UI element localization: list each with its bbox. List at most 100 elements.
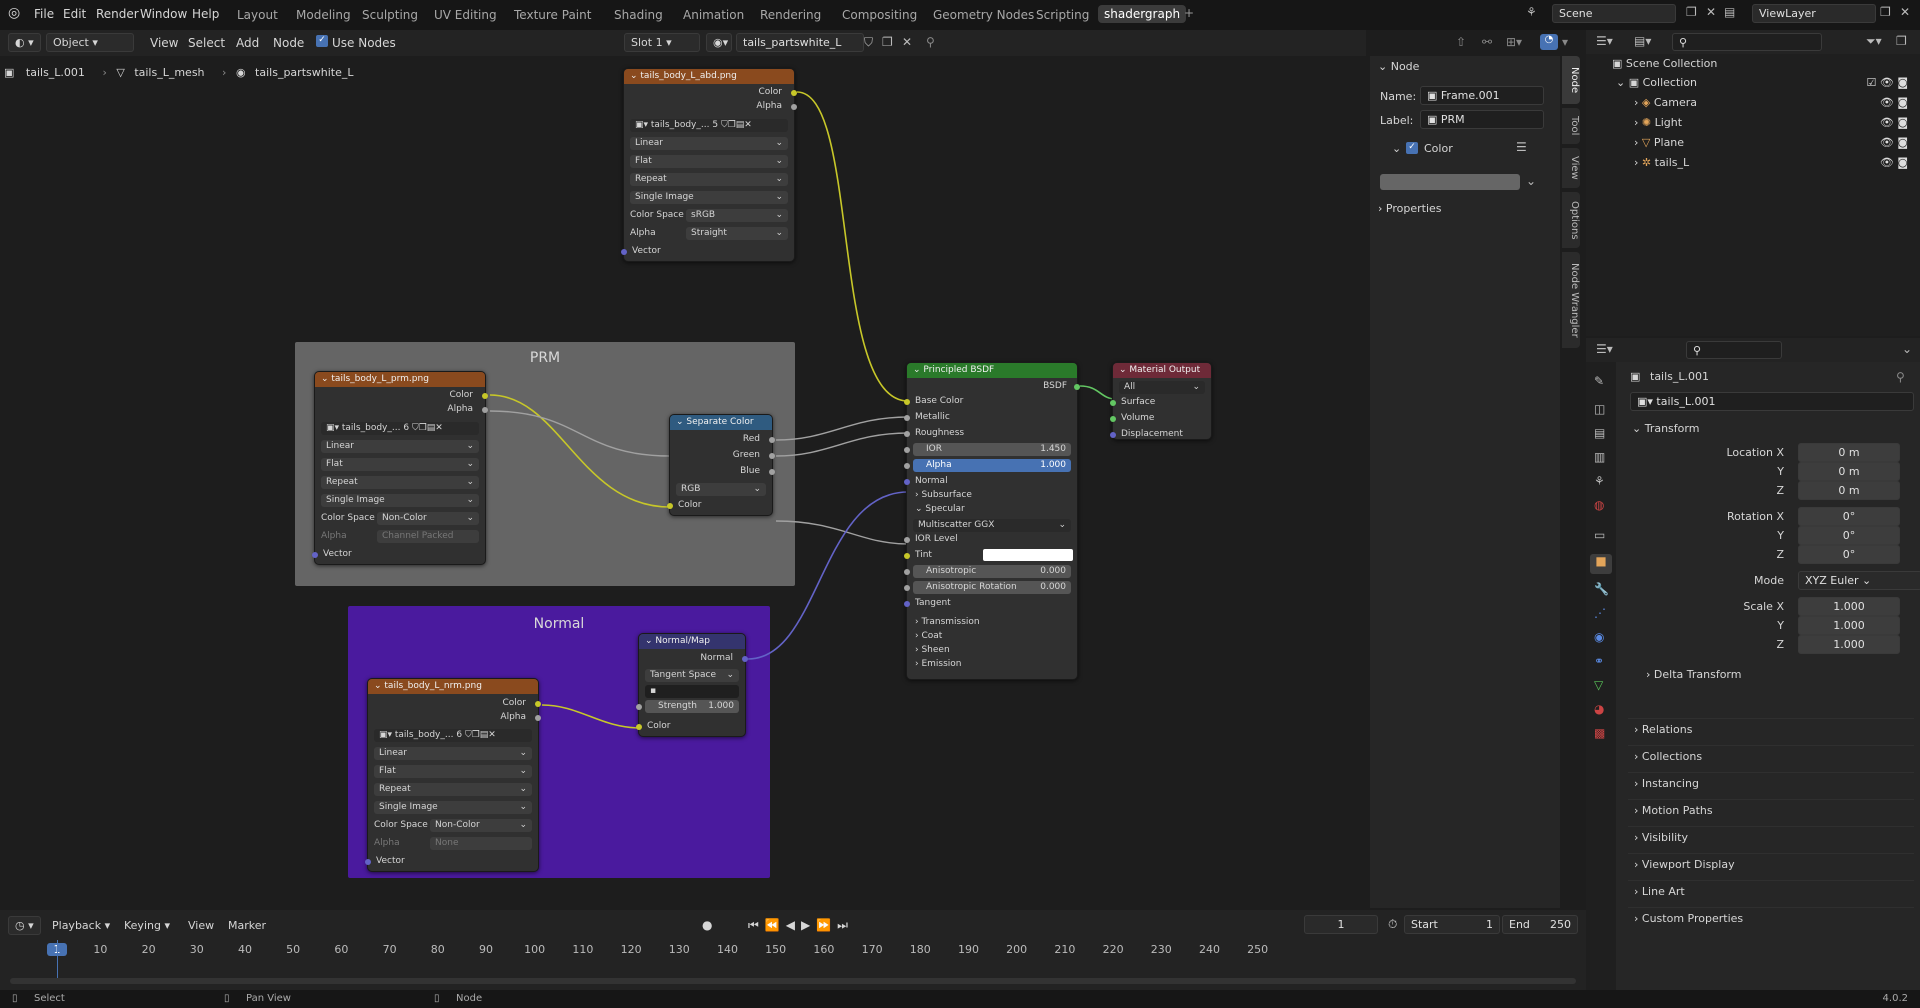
location-z-field[interactable]: 0 m [1798, 481, 1900, 500]
prm-colorspace-select[interactable]: Non-Color ⌄ [377, 512, 479, 525]
nrm-vector-socket[interactable] [365, 859, 371, 865]
viewlayer-field[interactable]: ViewLayer [1752, 4, 1876, 23]
frame-color-swatch[interactable] [1380, 174, 1520, 190]
sep-blue-socket[interactable] [769, 469, 775, 475]
abd-interp-select[interactable]: Linear ⌄ [630, 137, 788, 150]
tool-tab-icon[interactable]: ✎ [1594, 374, 1604, 388]
abd-alpha-select[interactable]: Straight ⌄ [686, 227, 788, 240]
nmap-strength-field[interactable]: Strength 1.000 [645, 700, 739, 713]
menu-select[interactable]: Select [188, 36, 225, 50]
constraints-tab-icon[interactable]: ⚭ [1594, 654, 1604, 668]
nmap-space-select[interactable]: Tangent Space ⌄ [645, 669, 739, 682]
menu-keying[interactable]: Keying ▾ [124, 919, 170, 932]
bsdf-metallic-socket[interactable] [904, 415, 910, 421]
relations-panel[interactable]: › Relations [1628, 718, 1914, 742]
bsdf-subsurface-panel[interactable]: › Subsurface [915, 490, 972, 500]
nrm-color-socket[interactable] [535, 701, 541, 707]
bsdf-specular-panel[interactable]: ⌄ Specular [915, 504, 965, 514]
sep-mode-select[interactable]: RGB ⌄ [676, 483, 766, 496]
bsdf-emission-panel[interactable]: › Emission [915, 659, 962, 669]
tab-texture-paint[interactable]: Texture Paint [514, 8, 591, 22]
out-volume-socket[interactable] [1110, 416, 1116, 422]
node-abd-texture[interactable]: ⌄ tails_body_L_abd.png Color Alpha ▣▾ ta… [621, 68, 797, 262]
abd-source-select[interactable]: Single Image ⌄ [630, 191, 788, 204]
physics-tab-icon[interactable]: ◉ [1594, 630, 1604, 644]
new-viewlayer-icon[interactable]: ❐ [1880, 5, 1891, 19]
scene-collection-row[interactable]: ▣ Scene Collection [1612, 57, 1717, 70]
nrm-source-select[interactable]: Single Image ⌄ [374, 801, 532, 814]
bsdf-tangent-socket[interactable] [904, 601, 910, 607]
out-target-select[interactable]: All ⌄ [1119, 381, 1205, 394]
node-nrm-texture[interactable]: ⌄ tails_body_L_nrm.png Color Alpha ▣▾ ta… [365, 678, 541, 872]
frame-label-field[interactable]: ▣ PRM [1420, 110, 1544, 129]
node-abd-header[interactable]: ⌄ tails_body_L_abd.png [624, 69, 794, 84]
collections-panel[interactable]: › Collections [1628, 745, 1914, 769]
node-principled-bsdf[interactable]: ⌄ Principled BSDF BSDF Base Color Metall… [904, 362, 1080, 680]
nmap-color-socket[interactable] [636, 724, 642, 730]
abd-alpha-socket[interactable] [791, 104, 797, 110]
unlink-material-icon[interactable]: ✕ [902, 35, 912, 49]
particles-tab-icon[interactable]: ⋰ [1594, 606, 1606, 620]
properties-options-icon[interactable]: ⌄ [1902, 342, 1912, 356]
texture-tab-icon[interactable]: ▩ [1594, 726, 1605, 740]
scale-z-field[interactable]: 1.000 [1798, 635, 1900, 654]
node-nrm-header[interactable]: ⌄ tails_body_L_nrm.png [368, 679, 538, 694]
abd-colorspace-select[interactable]: sRGB ⌄ [686, 209, 788, 222]
material-tab-icon[interactable]: ◕ [1594, 702, 1604, 716]
modifier-tab-icon[interactable]: 🔧 [1594, 582, 1609, 596]
viewlayer-icon[interactable]: ▤ [1724, 5, 1735, 19]
object-mode-select[interactable]: Object ▾ [46, 33, 134, 52]
menu-add[interactable]: Add [236, 36, 259, 50]
properties-search-input[interactable]: ⚲ [1686, 341, 1782, 359]
scale-x-field[interactable]: 1.000 [1798, 597, 1900, 616]
view-layer-tab-icon[interactable]: ▥ [1594, 450, 1605, 464]
abd-color-socket[interactable] [791, 90, 797, 96]
bsdf-out-socket[interactable] [1074, 384, 1080, 390]
scene-field[interactable]: Scene [1552, 4, 1676, 23]
nmap-strength-socket[interactable] [636, 704, 642, 710]
outliner-item-light[interactable]: › ✺ Light 👁 ◙ [1634, 116, 1916, 129]
fake-user-icon[interactable]: ⛉ [864, 35, 873, 50]
object-data-field[interactable]: ▣▾ tails_L.001 [1630, 392, 1914, 411]
playback-controls[interactable]: ⏮⏪◀▶⏩⏭ [748, 918, 854, 933]
tab-tool[interactable]: Tool [1562, 108, 1580, 144]
duplicate-material-icon[interactable]: ❐ [882, 35, 893, 49]
pin-icon[interactable]: ⚲ [926, 35, 935, 49]
node-sep-header[interactable]: ⌄ Separate Color [670, 415, 772, 430]
menu-help[interactable]: Help [192, 7, 219, 21]
stopwatch-icon[interactable]: ⏱ [1388, 917, 1397, 932]
menu-view[interactable]: View [150, 36, 178, 50]
pin-props-icon[interactable]: ⚲ [1896, 370, 1905, 384]
material-browse-icon[interactable]: ◉▾ [706, 33, 732, 52]
bsdf-aniso-socket[interactable] [904, 569, 910, 575]
bsdf-transmission-panel[interactable]: › Transmission [915, 617, 980, 627]
sep-green-socket[interactable] [769, 453, 775, 459]
tab-rendering[interactable]: Rendering [760, 8, 821, 22]
object-tab-icon[interactable]: ■ [1590, 554, 1612, 574]
output-tab-icon[interactable]: ▤ [1594, 426, 1605, 440]
editor-type-icon[interactable]: ◐ ▾ [8, 33, 41, 52]
node-separate-color[interactable]: ⌄ Separate Color Red Green Blue RGB ⌄ Col… [667, 414, 775, 516]
node-prm-texture[interactable]: ⌄ tails_body_L_prm.png Color Alpha ▣▾ ta… [312, 371, 488, 565]
new-collection-icon[interactable]: ❐ [1896, 34, 1907, 48]
prm-image-select[interactable]: ▣▾ tails_body_... 6 ⛉❐▤✕ [321, 422, 479, 435]
bsdf-aniso-rot-socket[interactable] [904, 585, 910, 591]
timeline-scrollbar[interactable] [10, 978, 1576, 984]
node-prm-header[interactable]: ⌄ tails_body_L_prm.png [315, 372, 485, 387]
menu-marker[interactable]: Marker [228, 919, 266, 932]
tab-modeling[interactable]: Modeling [296, 8, 351, 22]
scale-y-field[interactable]: 1.000 [1798, 616, 1900, 635]
current-frame-field[interactable]: 1 [1304, 915, 1378, 934]
rotation-y-field[interactable]: 0° [1798, 526, 1900, 545]
timeline-editor-icon[interactable]: ◷ ▾ [8, 916, 41, 935]
tab-animation[interactable]: Animation [683, 8, 744, 22]
out-displacement-socket[interactable] [1110, 432, 1116, 438]
bsdf-tint-socket[interactable] [904, 553, 910, 559]
snap-icon[interactable]: ⚯ [1482, 35, 1492, 49]
snap-mode-icon[interactable]: ⊞▾ [1506, 35, 1522, 49]
tab-shadergraph[interactable]: shadergraph [1098, 5, 1187, 23]
outliner-editor-icon[interactable]: ☰▾ [1596, 34, 1613, 48]
abd-projection-select[interactable]: Flat ⌄ [630, 155, 788, 168]
parent-node-icon[interactable]: ⇧ [1456, 35, 1466, 49]
abd-vector-socket[interactable] [621, 249, 627, 255]
